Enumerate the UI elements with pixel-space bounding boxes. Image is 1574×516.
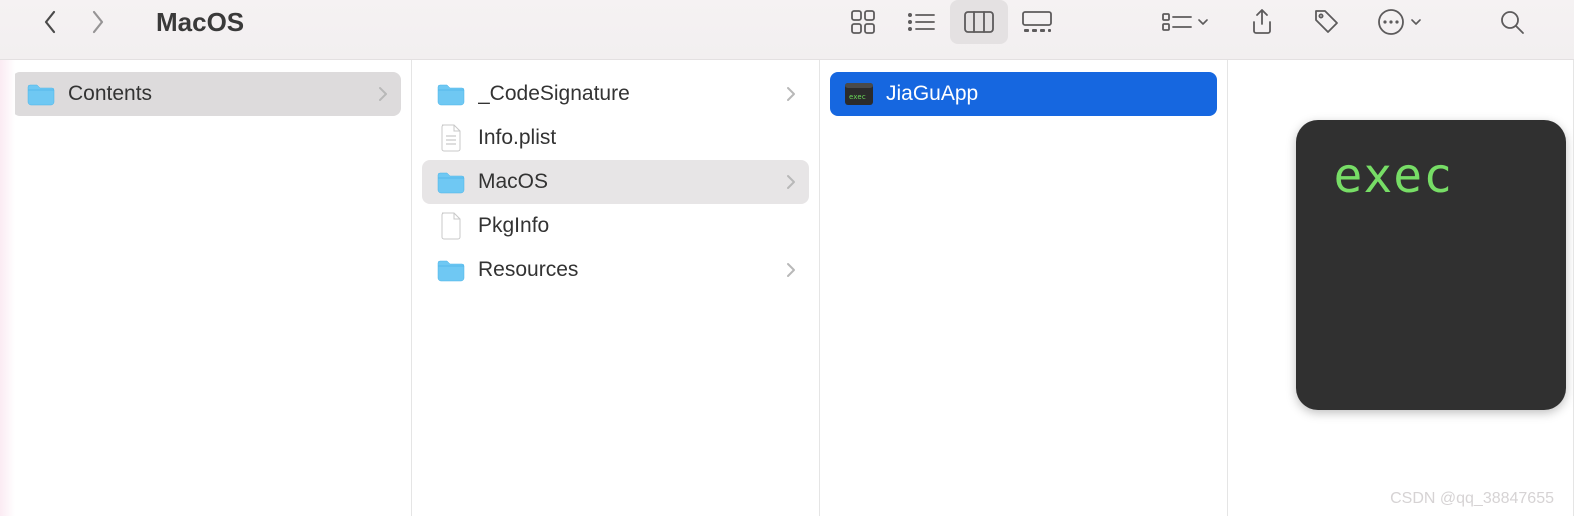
column-view-button[interactable] <box>950 0 1008 44</box>
share-button[interactable] <box>1240 0 1284 44</box>
nav-arrows <box>40 7 108 37</box>
executable-icon: exec <box>844 79 874 109</box>
chevron-right-icon <box>783 262 799 278</box>
file-item-info-plist[interactable]: Info.plist <box>422 116 809 160</box>
chevron-right-icon <box>783 86 799 102</box>
folder-item-contents[interactable]: Contents <box>12 72 401 116</box>
back-button[interactable] <box>40 7 60 37</box>
watermark: CSDN @qq_38847655 <box>1390 490 1554 508</box>
chevron-right-icon <box>375 86 391 102</box>
view-mode-group <box>834 0 1066 44</box>
column-1: _CodeSignature Info.plist MacOS PkgInfo <box>412 60 820 516</box>
column-2: exec JiaGuApp <box>820 60 1228 516</box>
list-view-button[interactable] <box>892 0 950 44</box>
item-label: PkgInfo <box>478 214 549 238</box>
document-icon <box>436 211 466 241</box>
folder-icon <box>436 167 466 197</box>
gallery-view-button[interactable] <box>1008 0 1066 44</box>
item-label: MacOS <box>478 170 548 194</box>
folder-item-macos[interactable]: MacOS <box>422 160 809 204</box>
item-label: Contents <box>68 82 152 106</box>
toolbar: MacOS <box>0 0 1574 60</box>
file-preview: exec <box>1296 120 1566 410</box>
file-item-pkginfo[interactable]: PkgInfo <box>422 204 809 248</box>
column-browser: Contents _CodeSignature Info.plist MacOS <box>0 60 1574 516</box>
chevron-right-icon <box>783 174 799 190</box>
column-0: Contents <box>0 60 412 516</box>
folder-item-codesignature[interactable]: _CodeSignature <box>422 72 809 116</box>
file-item-jiaguapp[interactable]: exec JiaGuApp <box>830 72 1217 116</box>
window-title: MacOS <box>156 7 244 38</box>
item-label: Resources <box>478 258 578 282</box>
folder-item-resources[interactable]: Resources <box>422 248 809 292</box>
folder-icon <box>26 79 56 109</box>
item-label: _CodeSignature <box>478 82 630 106</box>
folder-icon <box>436 255 466 285</box>
group-by-button[interactable] <box>1150 0 1220 44</box>
item-label: JiaGuApp <box>886 82 978 106</box>
tags-button[interactable] <box>1304 0 1348 44</box>
actions-menu-button[interactable] <box>1368 0 1430 44</box>
item-label: Info.plist <box>478 126 556 150</box>
search-button[interactable] <box>1490 0 1534 44</box>
preview-exec-label: exec <box>1334 148 1566 204</box>
preview-column: exec <box>1228 60 1574 516</box>
folder-icon <box>436 79 466 109</box>
forward-button[interactable] <box>88 7 108 37</box>
plist-file-icon <box>436 123 466 153</box>
right-toolbar <box>1150 0 1534 44</box>
svg-text:exec: exec <box>849 93 866 101</box>
icon-view-button[interactable] <box>834 0 892 44</box>
